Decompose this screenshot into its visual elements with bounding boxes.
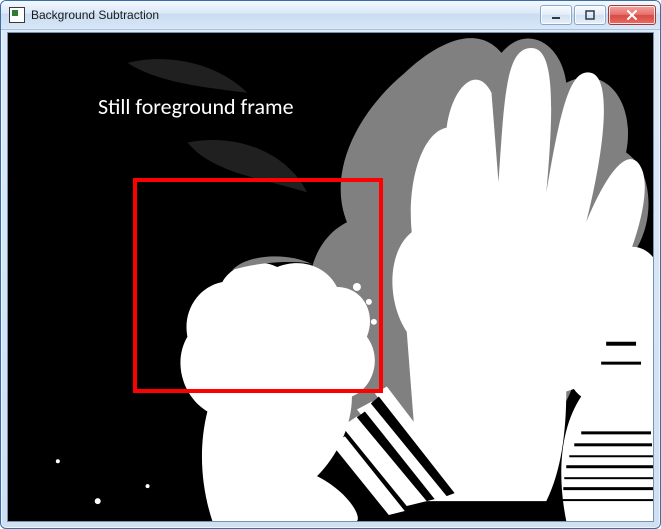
- window-controls: [538, 5, 656, 25]
- overlay-caption: Still foreground frame: [98, 93, 294, 120]
- maximize-icon: [585, 10, 595, 20]
- titlebar[interactable]: Background Subtraction: [1, 1, 660, 30]
- maximize-button[interactable]: [574, 5, 606, 25]
- minimize-icon: [551, 10, 561, 20]
- window-title: Background Subtraction: [31, 8, 159, 22]
- roi-rectangle: [133, 178, 383, 393]
- close-button[interactable]: [608, 5, 656, 25]
- close-icon: [626, 10, 638, 20]
- image-viewport: Still foreground frame: [7, 32, 654, 522]
- app-icon: [9, 7, 25, 23]
- app-window: Background Subtraction: [0, 0, 661, 529]
- minimize-button[interactable]: [540, 5, 572, 25]
